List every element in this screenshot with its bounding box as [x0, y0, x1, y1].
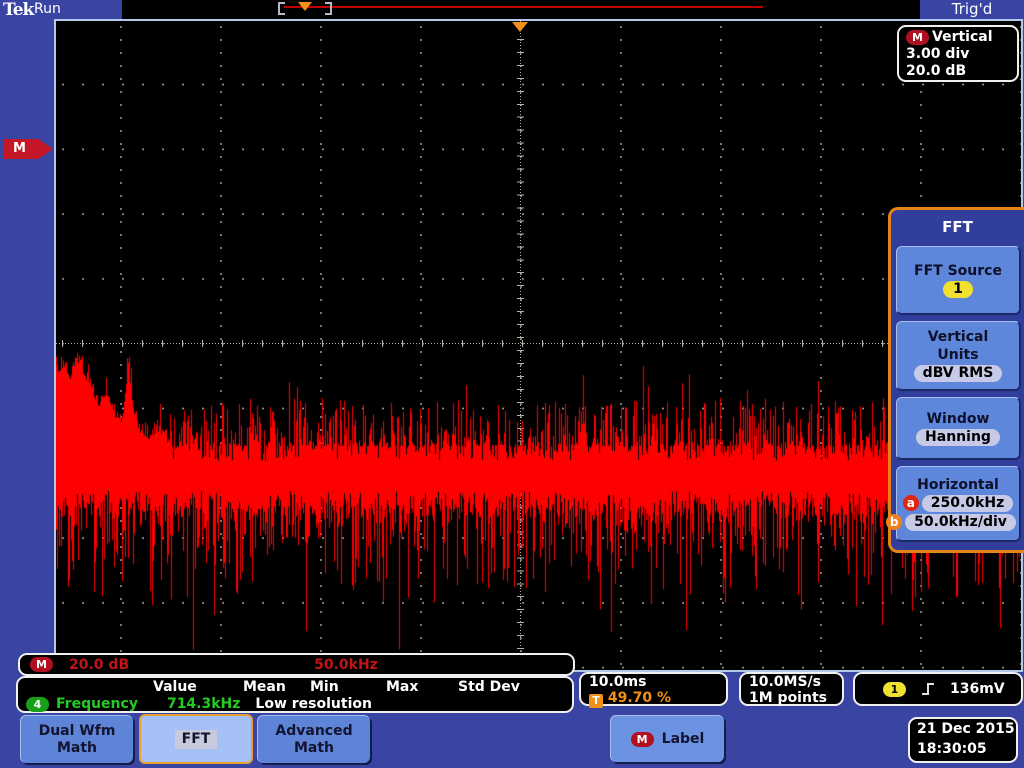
- math-vertical-readout: M Vertical 3.00 div 20.0 dB: [897, 25, 1019, 82]
- fft-trace: [56, 21, 1021, 670]
- vertical-units-label-2: Units: [937, 347, 979, 363]
- dual-wfm-line2: Math: [56, 739, 98, 756]
- time-text: 18:30:05: [917, 741, 987, 757]
- sample-rate: 10.0MS/s: [749, 674, 822, 690]
- tek-logo: Tek: [3, 0, 34, 20]
- trigger-position-icon[interactable]: [512, 22, 528, 32]
- record-view-strip: [122, 0, 920, 19]
- datetime-readout: 21 Dec 2015 18:30:05: [908, 717, 1018, 763]
- vertical-units-label-1: Vertical: [927, 329, 989, 345]
- window-value: Hanning: [916, 428, 1000, 446]
- header-mean: Mean: [243, 679, 286, 695]
- rising-edge-icon: [922, 683, 934, 695]
- fft-tab-button[interactable]: FFT: [139, 714, 253, 764]
- header-stddev: Std Dev: [458, 679, 520, 695]
- fft-side-menu: FFT FFT Source 1 Vertical Units dBV RMS …: [886, 207, 1024, 553]
- fft-source-label: FFT Source: [914, 262, 1002, 279]
- window-label: Window: [926, 410, 990, 427]
- label-button-text: Label: [661, 730, 705, 747]
- record-length: 1M points: [749, 690, 827, 706]
- vertical-readout-scale: 20.0 dB: [906, 63, 967, 79]
- dual-wfm-math-button[interactable]: Dual Wfm Math: [20, 715, 133, 763]
- zoom-window-bracket-left[interactable]: [278, 2, 285, 15]
- horizontal-scale-readout: 10.0ms: [589, 674, 647, 690]
- vertical-readout-title: Vertical: [932, 29, 993, 45]
- horizontal-center-value: 250.0kHz: [921, 494, 1014, 512]
- trigger-level: 136mV: [950, 681, 1005, 697]
- advanced-math-line1: Advanced: [275, 722, 353, 739]
- math-vertical-scale: 20.0 dB: [69, 656, 130, 673]
- knob-b-icon: b: [886, 514, 903, 530]
- math-marker-label: M: [13, 141, 26, 156]
- dual-wfm-line1: Dual Wfm: [38, 722, 116, 739]
- measurement-table: Value Mean Min Max Std Dev 4 Frequency 7…: [16, 676, 574, 713]
- measurement-name: Frequency: [56, 696, 138, 712]
- fft-source-value: 1: [943, 280, 973, 298]
- label-button[interactable]: M Label: [610, 715, 724, 762]
- acquisition-status: Run: [34, 1, 61, 17]
- title-bar: Tek Run Trig'd: [0, 0, 1024, 20]
- math-scale-readout: M 20.0 dB 50.0kHz: [18, 653, 575, 676]
- horizontal-label: Horizontal: [917, 476, 999, 493]
- advanced-math-button[interactable]: Advanced Math: [257, 715, 370, 763]
- fft-tab-label: FFT: [174, 729, 218, 749]
- label-channel-badge: M: [630, 731, 654, 747]
- advanced-math-line2: Math: [293, 739, 335, 756]
- vertical-units-value: dBV RMS: [913, 365, 1003, 382]
- trigger-status: Trig'd: [920, 0, 1024, 19]
- math-reference-marker[interactable]: M: [4, 139, 53, 159]
- math-horizontal-scale: 50.0kHz: [314, 656, 378, 673]
- horizontal-readout: 10.0ms T 49.70 %: [579, 672, 728, 708]
- trigger-position-badge-icon: T: [589, 694, 603, 708]
- vertical-readout-div: 3.00 div: [906, 46, 970, 62]
- math-channel-badge-2: M: [30, 657, 53, 672]
- trigger-readout: 1 136mV: [853, 672, 1023, 706]
- header-max: Max: [386, 679, 419, 695]
- acquisition-readout: 10.0MS/s 1M points: [739, 672, 844, 706]
- knob-a-icon: a: [902, 495, 919, 511]
- measurement-number-badge: 4: [26, 696, 49, 712]
- horizontal-scale-value: 50.0kHz/div: [905, 513, 1016, 531]
- measurement-mean: Low resolution: [255, 696, 372, 712]
- menu-title: FFT: [942, 218, 973, 236]
- vertical-units-button[interactable]: Vertical Units dBV RMS: [896, 321, 1021, 391]
- header-value: Value: [153, 679, 197, 695]
- measurement-value: 714.3kHz: [166, 696, 241, 712]
- math-channel-badge: M: [906, 30, 929, 45]
- date-text: 21 Dec 2015: [917, 721, 1015, 737]
- header-min: Min: [310, 679, 339, 695]
- trigger-position-percent: 49.70 %: [607, 690, 672, 706]
- record-waveform-line: [284, 6, 763, 8]
- waveform-display: [54, 19, 1023, 672]
- record-trigger-marker-icon[interactable]: [298, 2, 312, 11]
- window-button[interactable]: Window Hanning: [896, 397, 1021, 460]
- horizontal-button[interactable]: Horizontal a 250.0kHz b 50.0kHz/div: [886, 466, 1021, 542]
- measurement-row: 4 Frequency 714.3kHz Low resolution: [26, 696, 372, 712]
- zoom-window-bracket-right[interactable]: [325, 2, 332, 15]
- trigger-source-badge: 1: [883, 681, 906, 697]
- fft-source-button[interactable]: FFT Source 1: [896, 246, 1021, 315]
